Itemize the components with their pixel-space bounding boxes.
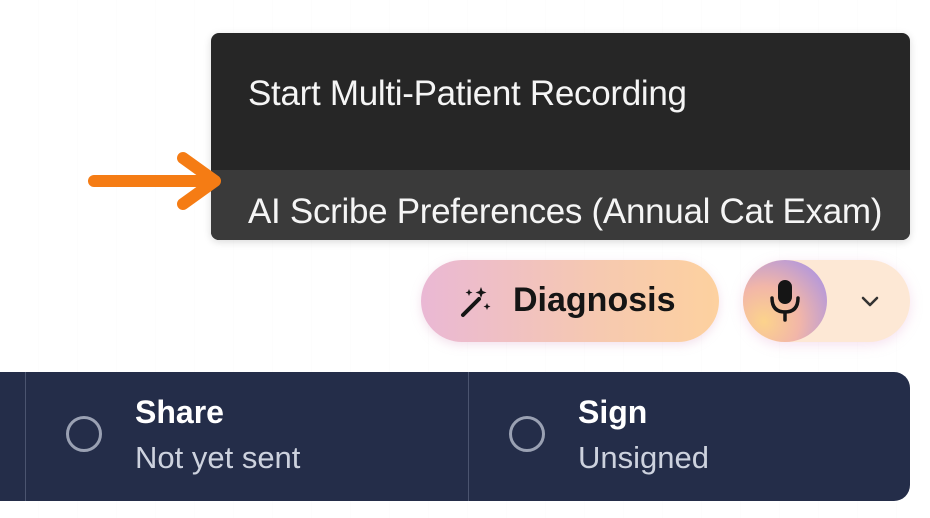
sign-step-status: Unsigned — [578, 440, 709, 475]
magic-wand-icon — [461, 287, 491, 317]
recording-options-menu: Start Multi-Patient Recording AI Scribe … — [211, 33, 910, 240]
chevron-down-icon[interactable] — [857, 288, 883, 314]
app-background: Start Multi-Patient Recording AI Scribe … — [0, 0, 930, 518]
sign-step-title: Sign — [578, 394, 648, 430]
record-button[interactable] — [743, 260, 827, 342]
share-step[interactable]: Share Not yet sent — [25, 372, 468, 501]
menu-item-label: AI Scribe Preferences (Annual Cat Exam) — [248, 192, 883, 231]
diagnosis-button-label: Diagnosis — [513, 281, 676, 319]
share-status-circle — [66, 416, 102, 452]
menu-item-start-multi-patient-recording[interactable]: Start Multi-Patient Recording — [211, 52, 910, 136]
arrow-right-icon — [88, 152, 221, 210]
sign-status-circle — [509, 416, 545, 452]
microphone-icon — [770, 280, 800, 322]
menu-item-ai-scribe-preferences[interactable]: AI Scribe Preferences (Annual Cat Exam) — [211, 170, 910, 240]
share-step-title: Share — [135, 394, 224, 430]
share-step-status: Not yet sent — [135, 440, 301, 475]
workflow-status-bar: Share Not yet sent Sign Unsigned — [0, 372, 910, 501]
menu-item-label: Start Multi-Patient Recording — [248, 74, 687, 113]
recording-control — [743, 260, 910, 342]
diagnosis-button[interactable]: Diagnosis — [421, 260, 719, 342]
sign-step[interactable]: Sign Unsigned — [468, 372, 910, 501]
